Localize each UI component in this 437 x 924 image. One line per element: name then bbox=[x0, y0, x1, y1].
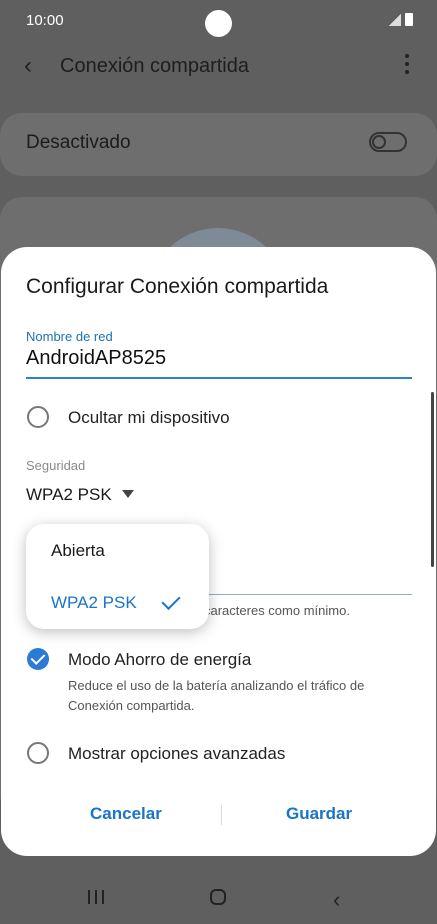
battery-icon bbox=[405, 13, 413, 26]
password-input[interactable] bbox=[206, 594, 412, 595]
cancel-button[interactable]: Cancelar bbox=[90, 804, 162, 824]
dropdown-arrow-icon[interactable] bbox=[122, 490, 134, 498]
hotspot-switch[interactable] bbox=[369, 132, 407, 152]
save-button[interactable]: Guardar bbox=[286, 804, 352, 824]
power-saving-checkbox[interactable] bbox=[27, 648, 49, 670]
hotspot-toggle-card[interactable]: Desactivado bbox=[0, 113, 437, 176]
advanced-options-label: Mostrar opciones avanzadas bbox=[68, 744, 286, 763]
hotspot-toggle-label: Desactivado bbox=[26, 132, 131, 153]
network-name-label: Nombre de red bbox=[26, 329, 113, 344]
advanced-options-checkbox[interactable] bbox=[27, 742, 49, 764]
status-time: 10:00 bbox=[26, 12, 64, 29]
system-icons bbox=[389, 13, 413, 26]
camera-cutout bbox=[205, 10, 232, 37]
power-saving-label: Modo Ahorro de energía bbox=[68, 650, 252, 669]
security-option-open[interactable]: Abierta bbox=[51, 541, 105, 561]
hide-device-label: Ocultar mi dispositivo bbox=[68, 408, 230, 427]
security-label: Seguridad bbox=[26, 458, 86, 473]
network-name-underline bbox=[26, 377, 412, 379]
app-bar: ‹ Conexión compartida bbox=[0, 42, 437, 92]
home-icon[interactable] bbox=[210, 889, 226, 905]
hide-device-checkbox[interactable] bbox=[27, 406, 49, 428]
power-saving-description: Reduce el uso de la batería analizando e… bbox=[68, 678, 365, 713]
button-divider bbox=[221, 805, 222, 825]
more-options-icon[interactable] bbox=[405, 54, 409, 78]
scrollbar[interactable] bbox=[431, 392, 434, 567]
navigation-bar: ‹ bbox=[0, 870, 437, 924]
network-name-input[interactable]: AndroidAP8525 bbox=[26, 347, 166, 370]
security-dropdown-menu: Abierta WPA2 PSK bbox=[26, 524, 209, 629]
checkmark-icon bbox=[161, 590, 181, 611]
back-icon[interactable]: ‹ bbox=[333, 887, 340, 913]
page-title: Conexión compartida bbox=[60, 55, 249, 77]
password-hint: caracteres como mínimo. bbox=[204, 603, 350, 618]
security-select[interactable]: WPA2 PSK bbox=[26, 485, 112, 505]
signal-icon bbox=[389, 14, 401, 26]
dialog-title: Configurar Conexión compartida bbox=[26, 275, 329, 298]
back-arrow-icon[interactable]: ‹ bbox=[24, 52, 32, 80]
security-option-wpa2[interactable]: WPA2 PSK bbox=[51, 593, 137, 613]
recent-apps-icon[interactable] bbox=[88, 890, 104, 904]
